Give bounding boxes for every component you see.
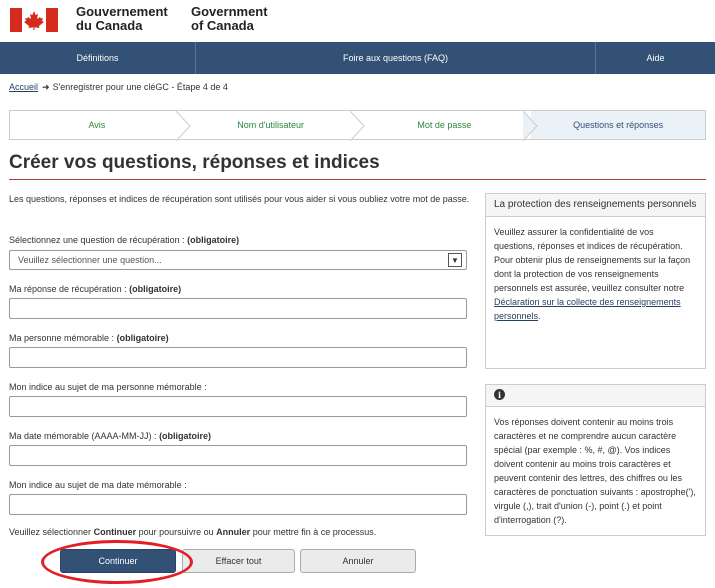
step-password: Mot de passe xyxy=(358,111,538,141)
instr-continue: Continuer xyxy=(93,527,137,537)
arrow-right-icon: ➜ xyxy=(42,82,50,92)
continue-button[interactable]: Continuer xyxy=(60,549,176,573)
question-label: Sélectionnez une question de récupératio… xyxy=(9,235,239,245)
government-name-fr: Gouvernement du Canada xyxy=(76,5,168,33)
required-marker: (obligatoire) xyxy=(116,333,169,343)
gov-en-line2: of Canada xyxy=(191,18,254,33)
instr-post: pour mettre fin à ce processus. xyxy=(252,527,377,537)
instr-mid: pour poursuivre ou xyxy=(138,527,214,537)
date-hint-label: Mon indice au sujet de ma date mémorable… xyxy=(9,480,187,490)
question-label-text: Sélectionnez une question de récupératio… xyxy=(9,235,185,245)
step-username-label: Nom d'utilisateur xyxy=(237,120,304,130)
person-input[interactable] xyxy=(9,347,467,368)
breadcrumb: Accueil ➜ S'enregistrer pour une cléGC - É… xyxy=(9,82,228,93)
progress-steps: Avis Nom d'utilisateur Mot de passe Ques… xyxy=(9,110,706,141)
person-hint-input[interactable] xyxy=(9,396,467,417)
person-label: Ma personne mémorable : (obligatoire) xyxy=(9,333,169,343)
date-label: Ma date mémorable (AAAA-MM-JJ) : (obliga… xyxy=(9,431,211,441)
cancel-button[interactable]: Annuler xyxy=(300,549,416,573)
main-menu: Définitions Foire aux questions (FAQ) Ai… xyxy=(0,42,715,74)
info-panel-body: Vos réponses doivent contenir au moins t… xyxy=(494,416,696,525)
step-notice: Avis xyxy=(10,111,191,141)
question-select-value: Veuillez sélectionner une question... xyxy=(18,255,162,265)
answer-input[interactable] xyxy=(9,298,467,319)
canada-flag-icon xyxy=(10,8,58,32)
instr-cancel: Annuler xyxy=(216,527,251,537)
menu-help[interactable]: Aide xyxy=(596,42,715,74)
step-separator-icon xyxy=(175,111,191,141)
privacy-panel: La protection des renseignements personn… xyxy=(485,193,706,369)
date-hint-input[interactable] xyxy=(9,494,467,515)
required-marker: (obligatoire) xyxy=(159,431,212,441)
step-username: Nom d'utilisateur xyxy=(184,111,365,141)
step-notice-label: Avis xyxy=(88,120,106,130)
step-questions-current: Questions et réponses xyxy=(531,111,705,139)
answer-label: Ma réponse de récupération : (obligatoir… xyxy=(9,284,181,294)
gov-en-line1: Government xyxy=(191,4,268,19)
date-label-text: Ma date mémorable (AAAA-MM-JJ) : xyxy=(9,431,157,441)
breadcrumb-home-link[interactable]: Accueil xyxy=(9,82,38,92)
privacy-body-text: Veuillez assurer la confidentialité de v… xyxy=(494,227,691,293)
instr-pre: Veuillez sélectionner xyxy=(9,527,92,537)
step-password-label: Mot de passe xyxy=(417,120,472,130)
government-name-en: Government of Canada xyxy=(191,5,268,33)
breadcrumb-current: S'enregistrer pour une cléGC - Étape 4 d… xyxy=(52,82,228,92)
menu-definitions[interactable]: Définitions xyxy=(0,42,196,74)
date-input[interactable] xyxy=(9,445,467,466)
required-marker: (obligatoire) xyxy=(187,235,240,245)
privacy-end: . xyxy=(538,311,541,321)
info-panel: i Vos réponses doivent contenir au moins… xyxy=(485,384,706,536)
gov-fr-line2: du Canada xyxy=(76,18,143,33)
site-header: Gouvernement du Canada Government of Can… xyxy=(0,0,715,42)
info-icon: i xyxy=(494,389,505,400)
question-select[interactable]: Veuillez sélectionner une question... ▼ xyxy=(9,250,467,270)
person-label-text: Ma personne mémorable : xyxy=(9,333,115,343)
chevron-down-icon[interactable]: ▼ xyxy=(448,253,462,267)
privacy-panel-heading: La protection des renseignements personn… xyxy=(486,194,705,217)
page-title: Créer vos questions, réponses et indices xyxy=(9,152,380,173)
step-questions-label: Questions et réponses xyxy=(573,120,664,130)
step-separator-icon xyxy=(349,111,365,141)
title-divider xyxy=(9,179,706,180)
date-hint-label-text: Mon indice au sujet de ma date mémorable… xyxy=(9,480,187,490)
clear-all-button[interactable]: Effacer tout xyxy=(182,549,295,573)
step-separator-icon xyxy=(523,111,538,141)
answer-label-text: Ma réponse de récupération : xyxy=(9,284,127,294)
person-hint-label-text: Mon indice au sujet de ma personne mémor… xyxy=(9,382,207,392)
person-hint-label: Mon indice au sujet de ma personne mémor… xyxy=(9,382,207,392)
instructions-text: Veuillez sélectionner Continuer pour pou… xyxy=(9,527,376,537)
privacy-statement-link[interactable]: Déclaration sur la collecte des renseign… xyxy=(494,297,681,321)
info-panel-heading: i xyxy=(486,385,705,407)
intro-text: Les questions, réponses et indices de ré… xyxy=(9,194,470,204)
gov-fr-line1: Gouvernement xyxy=(76,4,168,19)
menu-faq[interactable]: Foire aux questions (FAQ) xyxy=(196,42,596,74)
required-marker: (obligatoire) xyxy=(129,284,182,294)
privacy-panel-body: Veuillez assurer la confidentialité de v… xyxy=(486,217,705,331)
